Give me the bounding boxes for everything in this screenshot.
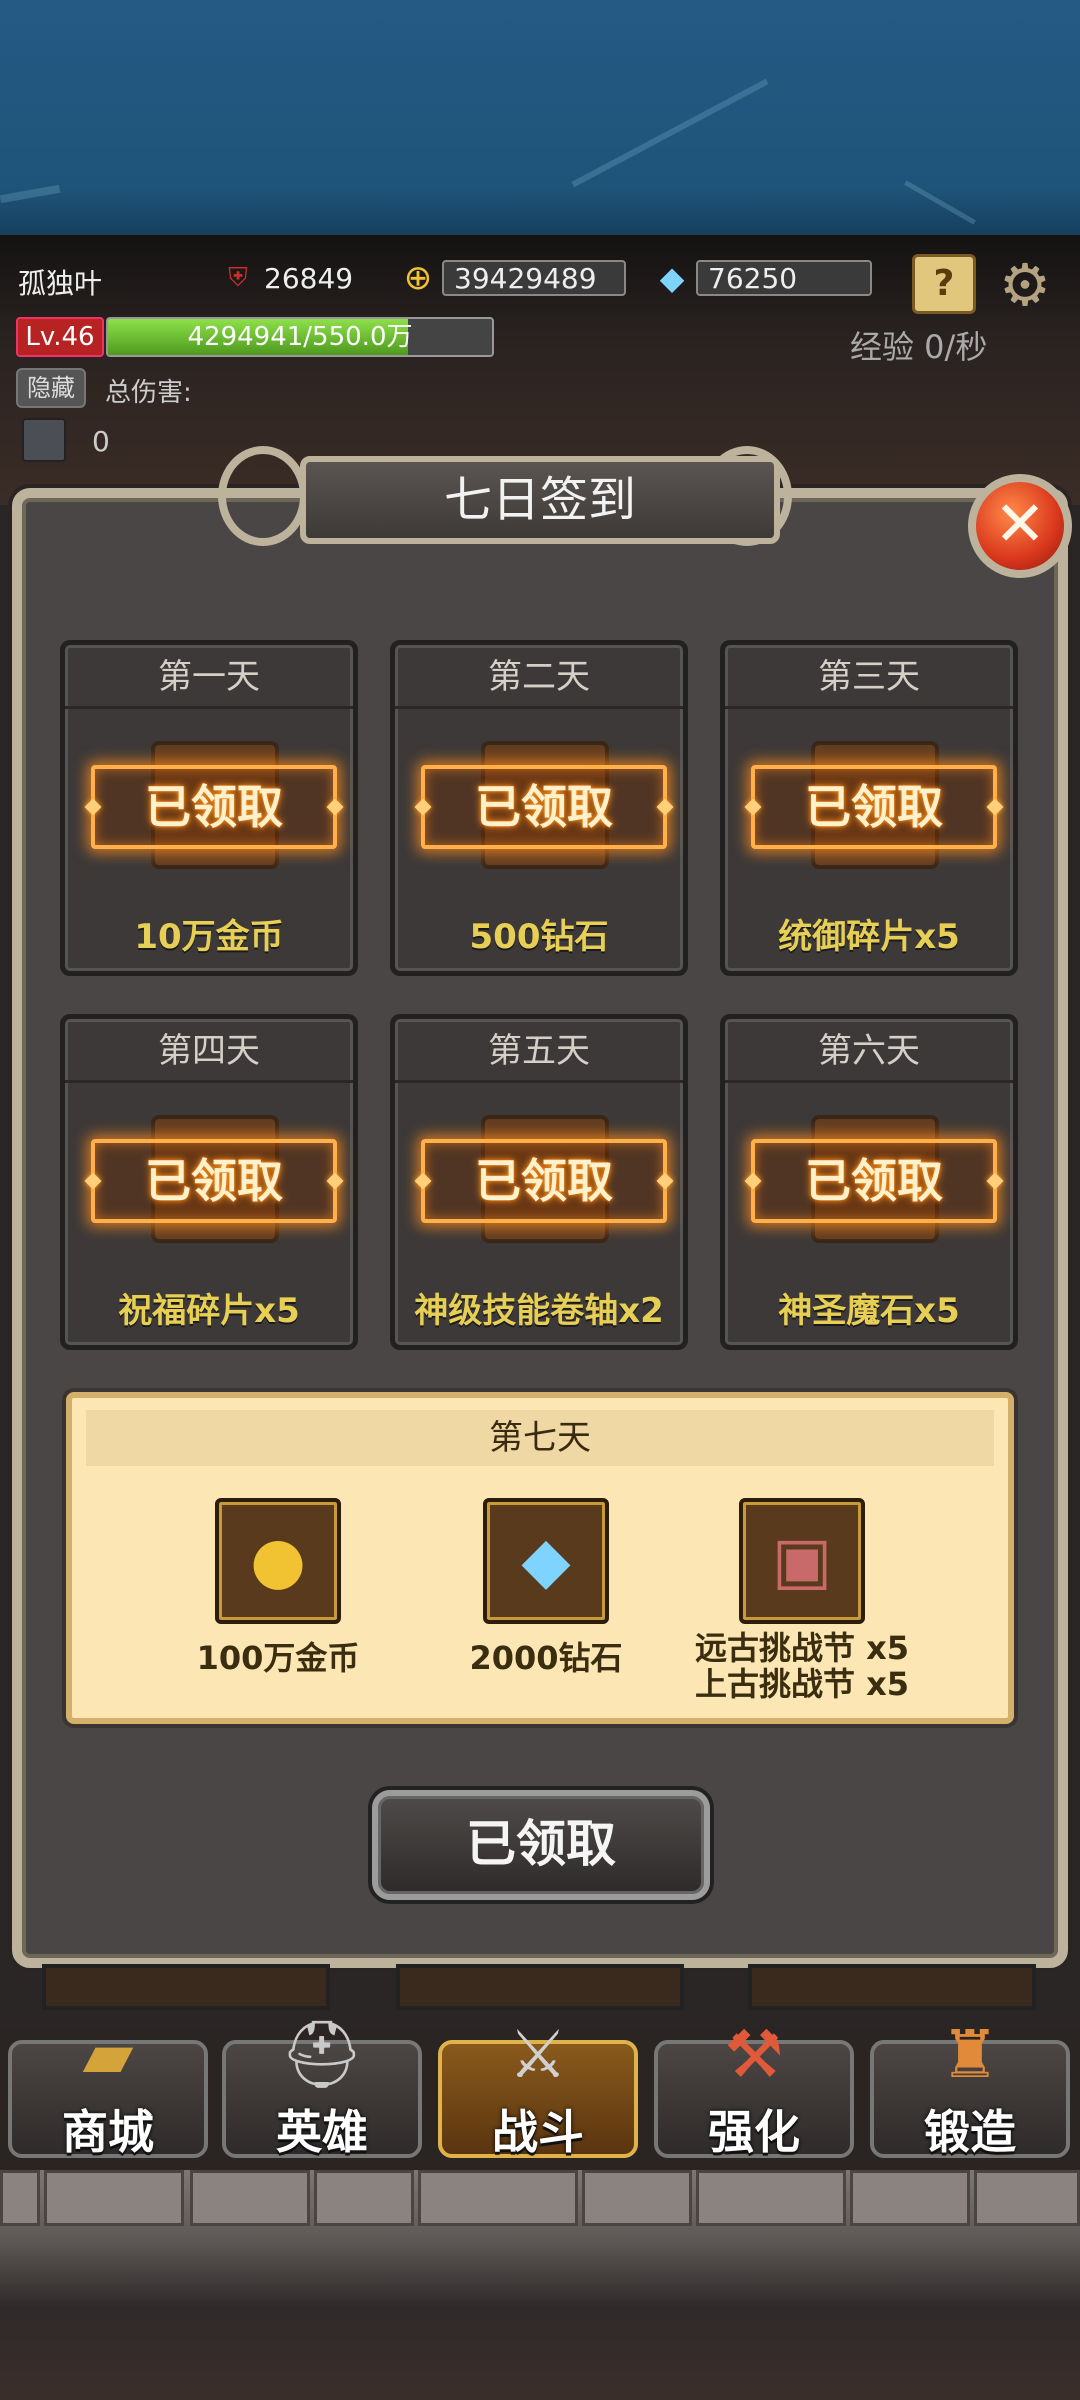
title-ornament-left-icon (218, 446, 308, 546)
stamp-dot-icon (986, 1172, 1004, 1190)
stamp-dot-icon (414, 798, 432, 816)
stamp-dot-icon (414, 1172, 432, 1190)
day-label: 第六天 (725, 1019, 1013, 1083)
day7-reward-cards[interactable]: ▣ 远古挑战节 x5 上古挑战节 x5 (672, 1498, 932, 1702)
day-label: 第四天 (65, 1019, 353, 1083)
total-damage-label: 总伤害: (105, 378, 192, 408)
treasure-chest-icon: ▰ (82, 2016, 134, 2093)
claimed-text: 已领取 (145, 780, 283, 834)
diamond-plus-icon[interactable]: ◆ (652, 258, 692, 298)
day-label: 第七天 (86, 1410, 994, 1466)
stamp-dot-icon (656, 798, 674, 816)
nav-label: 商城 (62, 2105, 154, 2159)
claim-button[interactable]: 已领取 (372, 1790, 710, 1900)
day-label: 第二天 (395, 645, 683, 709)
reward-name-line2: 上古挑战节 x5 (694, 1665, 910, 1703)
reward-name: 100万金币 (196, 1639, 360, 1677)
reward-name: 统御碎片x5 (778, 917, 960, 957)
power-stat: ⛨ 26849 (218, 258, 353, 298)
claimed-text: 已领取 (805, 780, 943, 834)
nav-label: 强化 (708, 2105, 800, 2159)
stamp-dot-icon (326, 1172, 344, 1190)
day-card-2[interactable]: 第二天 已领取 500钻石 (390, 640, 688, 976)
exp-bar: 4294941/550.0万 (106, 317, 494, 357)
background-sky (0, 0, 1080, 235)
day-label: 第一天 (65, 645, 353, 709)
power-value: 26849 (264, 261, 354, 295)
day-card-6[interactable]: 第六天 已领取 神圣魔石x5 (720, 1014, 1018, 1350)
reward-name: 神级技能卷轴x2 (414, 1291, 664, 1331)
settings-gear-icon[interactable]: ⚙ (994, 254, 1056, 316)
help-book-icon[interactable]: ? (912, 254, 976, 314)
close-button[interactable]: ✕ (968, 474, 1072, 578)
gold-value: 39429489 (442, 260, 626, 296)
diamond-value: 76250 (696, 260, 872, 296)
gold-coin-plus-icon[interactable]: ⊕ (398, 258, 438, 298)
claimed-stamp: 已领取 (744, 1139, 1004, 1223)
day-label: 第三天 (725, 645, 1013, 709)
reward-name: 2000钻石 (469, 1639, 623, 1677)
claimed-text: 已领取 (475, 1154, 613, 1208)
stamp-dot-icon (744, 1172, 762, 1190)
level-badge: Lv.46 (16, 317, 104, 357)
claimed-stamp: 已领取 (414, 1139, 674, 1223)
claimed-stamp: 已领取 (84, 1139, 344, 1223)
nav-label: 锻造 (924, 2105, 1016, 2159)
reward-name: 500钻石 (469, 917, 609, 957)
stamp-dot-icon (744, 798, 762, 816)
diamonds-icon: ◆ (483, 1498, 609, 1624)
nav-label: 英雄 (276, 2105, 368, 2159)
stamp-dot-icon (84, 798, 102, 816)
diamond-stat[interactable]: ◆ 76250 (652, 258, 872, 298)
card-bag-icon: ▣ (739, 1498, 865, 1624)
nav-label: 战斗 (492, 2105, 584, 2159)
gold-coins-icon: ● (215, 1498, 341, 1624)
claimed-text: 已领取 (475, 780, 613, 834)
gold-stat[interactable]: ⊕ 39429489 (398, 258, 626, 298)
stamp-dot-icon (656, 1172, 674, 1190)
crossed-swords-icon: ⚔ (508, 2016, 568, 2093)
nav-battle[interactable]: ⚔ 战斗 (438, 2016, 638, 2159)
claimed-stamp: 已领取 (744, 765, 1004, 849)
day-card-7[interactable]: 第七天 ● 100万金币 ◆ 2000钻石 ▣ 远古挑战节 x5 上古挑战节 x… (66, 1392, 1014, 1724)
mini-hero-avatar (22, 418, 66, 462)
dialog-title: 七日签到 (300, 456, 780, 544)
stamp-dot-icon (986, 798, 1004, 816)
building-sign (748, 1964, 1036, 2010)
reward-name-line1: 远古挑战节 x5 (694, 1629, 910, 1667)
anvil-icon: ♜ (940, 2016, 1000, 2093)
day7-reward-gold[interactable]: ● 100万金币 (148, 1498, 408, 1676)
claimed-text: 已领取 (145, 1154, 283, 1208)
nav-forge[interactable]: ♜ 锻造 (870, 2016, 1070, 2159)
exp-text: 4294941/550.0万 (187, 322, 413, 352)
reward-name: 神圣魔石x5 (778, 1291, 960, 1331)
reward-name: 祝福碎片x5 (118, 1291, 300, 1331)
building-sign (396, 1964, 684, 2010)
nav-heroes[interactable]: ⛑ 英雄 (222, 2016, 422, 2159)
knight-helmet-icon: ⛑ (280, 2016, 364, 2093)
player-name: 孤独叶 (18, 267, 103, 300)
nav-shop[interactable]: ▰ 商城 (8, 2016, 208, 2159)
day7-reward-diamonds[interactable]: ◆ 2000钻石 (416, 1498, 676, 1676)
claimed-stamp: 已领取 (414, 765, 674, 849)
nav-enhance[interactable]: ⚒ 强化 (654, 2016, 854, 2159)
mini-damage-count: 0 (92, 425, 110, 458)
day-card-3[interactable]: 第三天 已领取 统御碎片x5 (720, 640, 1018, 976)
claimed-text: 已领取 (805, 1154, 943, 1208)
reward-name: 10万金币 (134, 917, 284, 957)
hammer-icon: ⚒ (724, 2016, 784, 2093)
stamp-dot-icon (326, 798, 344, 816)
hide-button[interactable]: 隐藏 (16, 368, 86, 408)
stamp-dot-icon (84, 1172, 102, 1190)
day-card-1[interactable]: 第一天 已领取 10万金币 (60, 640, 358, 976)
building-sign (42, 1964, 330, 2010)
exp-rate: 经验 0/秒 (850, 328, 988, 366)
claimed-stamp: 已领取 (84, 765, 344, 849)
day-card-4[interactable]: 第四天 已领取 祝福碎片x5 (60, 1014, 358, 1350)
day-card-5[interactable]: 第五天 已领取 神级技能卷轴x2 (390, 1014, 688, 1350)
power-shield-icon: ⛨ (228, 262, 248, 293)
day-label: 第五天 (395, 1019, 683, 1083)
